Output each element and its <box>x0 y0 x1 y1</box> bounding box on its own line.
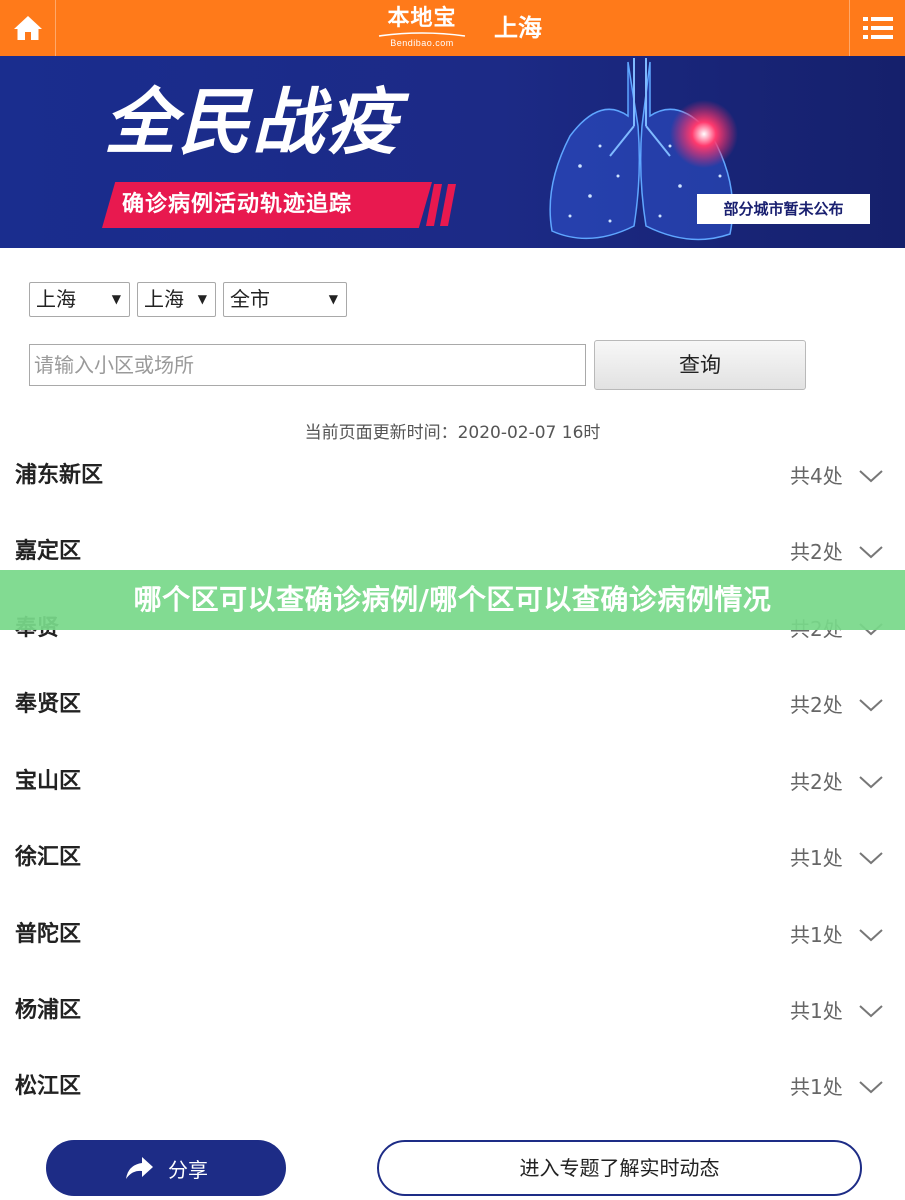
district-row[interactable]: 浦东新区 共4处 <box>0 462 905 538</box>
district-select[interactable]: 全市 ▼ <box>223 282 347 317</box>
chevron-down-icon[interactable] <box>858 1001 884 1021</box>
district-row[interactable]: 松江区 共1处 <box>0 1073 905 1133</box>
home-icon <box>13 16 42 40</box>
chevron-down-icon[interactable] <box>858 772 884 792</box>
district-count: 共1处 <box>790 846 843 870</box>
district-count: 共2处 <box>790 770 843 794</box>
search-input[interactable]: 请输入小区或场所 <box>29 344 586 386</box>
district-row[interactable]: 奉贤区 共2处 <box>0 691 905 767</box>
menu-button[interactable] <box>849 0 905 56</box>
city-select[interactable]: 上海 ▼ <box>137 282 216 317</box>
dropdown-arrow-icon: ▼ <box>197 292 207 306</box>
overlay-title-banner: 哪个区可以查确诊病例/哪个区可以查确诊病例情况 <box>0 570 905 630</box>
current-city[interactable]: 上海 <box>494 10 542 46</box>
dropdown-arrow-icon: ▼ <box>111 292 121 306</box>
district-count: 共1处 <box>790 999 843 1023</box>
chevron-down-icon[interactable] <box>858 542 884 562</box>
district-count: 共1处 <box>790 923 843 947</box>
brand-logo[interactable]: 本地宝 Bendibao.com <box>372 4 472 52</box>
district-select-value: 全市 <box>230 287 270 311</box>
district-name: 杨浦区 <box>15 998 82 1023</box>
city-select-value: 上海 <box>144 287 184 311</box>
home-button[interactable] <box>0 0 56 56</box>
district-name: 普陀区 <box>15 922 82 947</box>
share-arrow-icon <box>126 1157 153 1179</box>
menu-icon <box>862 17 893 39</box>
banner-tag: 确诊病例活动轨迹追踪 <box>102 182 432 228</box>
chevron-down-icon[interactable] <box>858 848 884 868</box>
district-name: 宝山区 <box>15 769 82 794</box>
enter-topic-button[interactable]: 进入专题了解实时动态 <box>377 1140 862 1196</box>
district-name: 徐汇区 <box>15 845 82 870</box>
banner-note: 部分城市暂未公布 <box>697 194 870 224</box>
share-label: 分享 <box>168 1157 208 1182</box>
dropdown-arrow-icon: ▼ <box>328 292 338 306</box>
district-name: 松江区 <box>15 1074 82 1099</box>
top-bar: 本地宝 Bendibao.com 上海 <box>0 0 905 56</box>
district-count: 共2处 <box>790 693 843 717</box>
district-count: 共4处 <box>790 464 843 488</box>
district-name: 嘉定区 <box>15 539 82 564</box>
search-button[interactable]: 查询 <box>594 340 806 390</box>
district-row[interactable]: 宝山区 共2处 <box>0 768 905 844</box>
banner-stripes-icon <box>426 184 456 226</box>
brand-domain: Bendibao.com <box>390 38 454 48</box>
banner-title: 全民战疫 <box>104 80 401 164</box>
district-row[interactable]: 徐汇区 共1处 <box>0 844 905 920</box>
chevron-down-icon[interactable] <box>858 695 884 715</box>
district-row[interactable]: 杨浦区 共1处 <box>0 997 905 1073</box>
district-row[interactable]: 普陀区 共1处 <box>0 921 905 997</box>
update-time: 当前页面更新时间：2020-02-07 16时 <box>304 423 601 443</box>
campaign-banner[interactable]: 全民战疫 确诊病例活动轨迹追踪 部分城市暂未公布 <box>0 56 905 248</box>
district-count: 共2处 <box>790 540 843 564</box>
district-name: 奉贤区 <box>15 692 82 717</box>
chevron-down-icon[interactable] <box>858 466 884 486</box>
district-count: 共1处 <box>790 1075 843 1099</box>
brand-logo-text: 本地宝 <box>387 5 457 31</box>
share-button[interactable]: 分享 <box>46 1140 286 1196</box>
province-select-value: 上海 <box>36 287 76 311</box>
chevron-down-icon[interactable] <box>858 925 884 945</box>
chevron-down-icon[interactable] <box>858 1077 884 1097</box>
district-name: 浦东新区 <box>15 463 104 488</box>
province-select[interactable]: 上海 ▼ <box>29 282 130 317</box>
